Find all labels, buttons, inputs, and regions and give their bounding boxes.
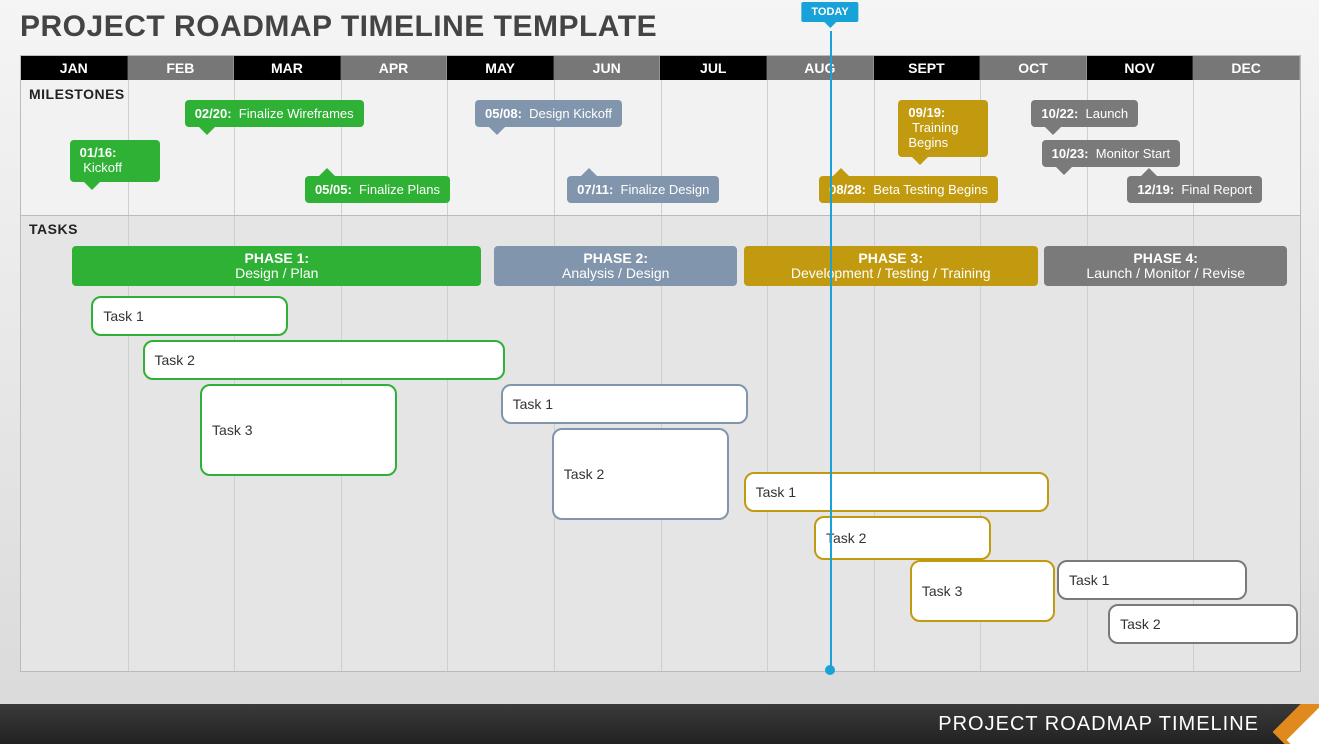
month-header: JUN (554, 56, 661, 80)
footer-accent-icon (1271, 704, 1319, 744)
month-header: AUG (767, 56, 874, 80)
page-title: PROJECT ROADMAP TIMELINE TEMPLATE (20, 10, 657, 44)
task-bar[interactable]: Task 1 (1057, 560, 1247, 600)
task-bar[interactable]: Task 2 (143, 340, 506, 380)
tasks-label: TASKS (29, 221, 78, 237)
today-line (830, 31, 832, 670)
month-header: MAY (447, 56, 554, 80)
milestone[interactable]: 10/22: Launch (1031, 100, 1138, 127)
month-header: NOV (1087, 56, 1194, 80)
task-bar[interactable]: Task 2 (814, 516, 991, 560)
month-header: JAN (21, 56, 128, 80)
phase-bar[interactable]: PHASE 1:Design / Plan (72, 246, 481, 286)
today-label: TODAY (801, 2, 858, 22)
month-header: MAR (234, 56, 341, 80)
milestone[interactable]: 09/19: Training Begins (898, 100, 988, 157)
milestone[interactable]: 02/20: Finalize Wireframes (185, 100, 364, 127)
month-header: FEB (128, 56, 235, 80)
month-header: APR (341, 56, 448, 80)
task-bar[interactable]: Task 2 (552, 428, 729, 520)
phase-bar[interactable]: PHASE 2:Analysis / Design (494, 246, 737, 286)
today-marker-dot (825, 665, 835, 675)
footer-bar: PROJECT ROADMAP TIMELINE (0, 704, 1319, 744)
milestones-label: MILESTONES (29, 86, 125, 102)
task-bar[interactable]: Task 2 (1108, 604, 1298, 644)
task-bar[interactable]: Task 3 (200, 384, 397, 476)
milestone[interactable]: 08/28: Beta Testing Begins (819, 176, 998, 203)
phase-bar[interactable]: PHASE 3:Development / Testing / Training (744, 246, 1038, 286)
timeline-grid: JANFEBMARAPRMAYJUNJULAUGSEPTOCTNOVDEC MI… (20, 55, 1301, 672)
month-header: JUL (660, 56, 767, 80)
month-header: DEC (1193, 56, 1300, 80)
month-header-row: JANFEBMARAPRMAYJUNJULAUGSEPTOCTNOVDEC (21, 56, 1300, 80)
section-separator (21, 215, 1300, 216)
milestone[interactable]: 01/16: Kickoff (70, 140, 160, 182)
footer-title: PROJECT ROADMAP TIMELINE (938, 713, 1259, 736)
task-bar[interactable]: Task 3 (910, 560, 1056, 622)
task-bar[interactable]: Task 1 (91, 296, 288, 336)
milestone[interactable]: 05/08: Design Kickoff (475, 100, 622, 127)
milestone[interactable]: 05/05: Finalize Plans (305, 176, 450, 203)
task-bar[interactable]: Task 1 (501, 384, 749, 424)
milestone[interactable]: 10/23: Monitor Start (1042, 140, 1181, 167)
milestone[interactable]: 07/11: Finalize Design (567, 176, 719, 203)
month-header: SEPT (874, 56, 981, 80)
phase-bar[interactable]: PHASE 4:Launch / Monitor / Revise (1044, 246, 1287, 286)
milestone[interactable]: 12/19: Final Report (1127, 176, 1262, 203)
task-bar[interactable]: Task 1 (744, 472, 1049, 512)
month-header: OCT (980, 56, 1087, 80)
